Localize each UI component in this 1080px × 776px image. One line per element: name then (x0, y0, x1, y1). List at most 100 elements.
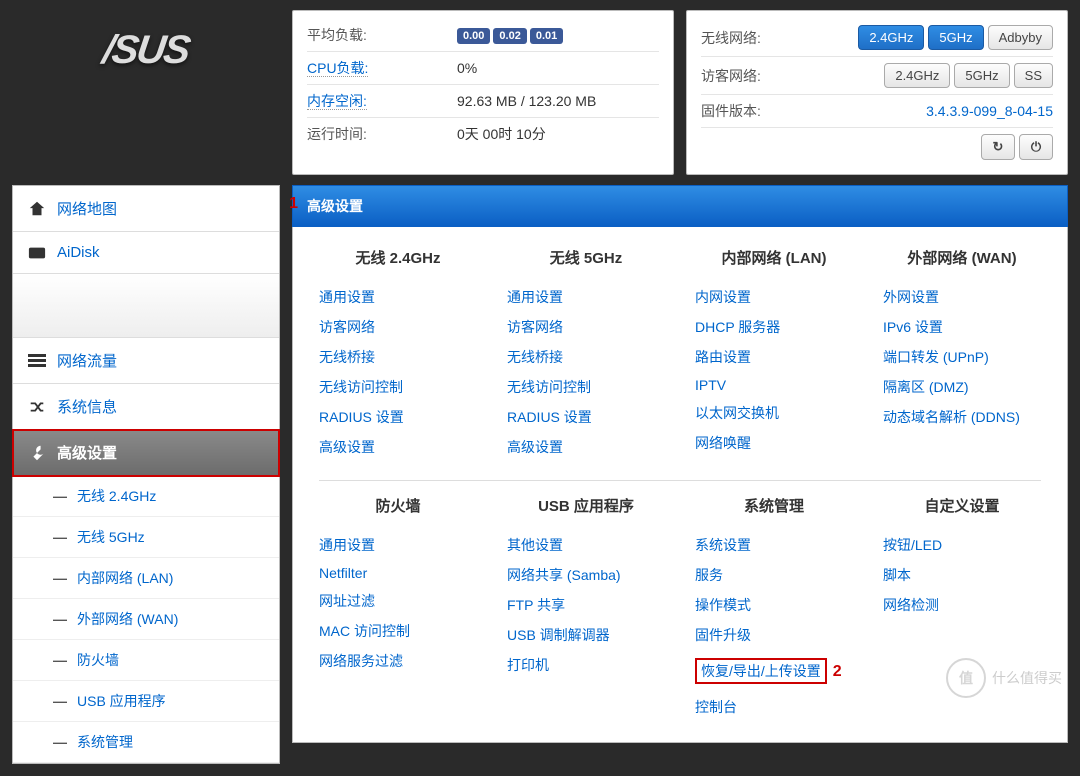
dash-icon: — (53, 570, 67, 586)
dash-icon: — (53, 529, 67, 545)
dash-icon: — (53, 611, 67, 627)
sidebar-subitem[interactable]: —无线 2.4GHz (13, 476, 279, 517)
sidebar-subitem[interactable]: —系统管理 (13, 722, 279, 763)
settings-link[interactable]: IPv6 设置 (883, 312, 1041, 342)
status-row: 无线网络:2.4GHz5GHzAdbyby (701, 19, 1053, 57)
settings-link[interactable]: 恢复/导出/上传设置2 (695, 650, 853, 692)
settings-link[interactable]: 系统设置 (695, 530, 853, 560)
settings-link[interactable]: 无线桥接 (319, 342, 477, 372)
settings-link[interactable]: 动态域名解析 (DDNS) (883, 402, 1041, 432)
settings-link[interactable]: 打印机 (507, 650, 665, 680)
settings-link[interactable]: 其他设置 (507, 530, 665, 560)
sidebar-item[interactable]: 高级设置 (13, 430, 279, 476)
status-panel-right: 无线网络:2.4GHz5GHzAdbyby访客网络:2.4GHz5GHzSS固件… (686, 10, 1068, 175)
wifi-button[interactable]: 2.4GHz (884, 63, 950, 88)
status-row: 访客网络: 2.4GHz5GHzSS (701, 57, 1053, 95)
settings-link[interactable]: Netfilter (319, 560, 477, 586)
sidebar-item[interactable]: 系统信息 (13, 384, 279, 430)
settings-link[interactable]: 网络检测 (883, 590, 1041, 620)
sidebar-item[interactable]: 网络地图 (13, 186, 279, 232)
settings-link[interactable]: 网址过滤 (319, 586, 477, 616)
status-label: 访客网络: (701, 66, 851, 86)
settings-group: 外部网络 (WAN) 外网设置IPv6 设置端口转发 (UPnP)隔离区 (DMZ… (883, 247, 1041, 462)
settings-link[interactable]: 高级设置 (319, 432, 477, 462)
settings-link[interactable]: RADIUS 设置 (507, 402, 665, 432)
settings-link[interactable]: 访客网络 (319, 312, 477, 342)
sidebar-item[interactable]: 网络流量 (13, 338, 279, 384)
status-label-link[interactable]: 内存空闲: (307, 93, 367, 110)
settings-link[interactable]: RADIUS 设置 (319, 402, 477, 432)
settings-link[interactable]: MAC 访问控制 (319, 616, 477, 646)
settings-link[interactable]: 高级设置 (507, 432, 665, 462)
settings-link[interactable]: FTP 共享 (507, 590, 665, 620)
settings-link[interactable]: 网络服务过滤 (319, 646, 477, 676)
settings-link[interactable]: 无线访问控制 (507, 372, 665, 402)
load-badge: 0.02 (493, 28, 526, 44)
wifi-button[interactable]: 5GHz (954, 63, 1009, 88)
settings-link[interactable]: 隔离区 (DMZ) (883, 372, 1041, 402)
watermark-circle: 值 (946, 658, 986, 698)
sidebar-item-label: 网络流量 (57, 350, 117, 371)
settings-link[interactable]: 网络共享 (Samba) (507, 560, 665, 590)
settings-link[interactable]: 脚本 (883, 560, 1041, 590)
chart-icon (27, 354, 47, 368)
sidebar-subitem-label: 防火墙 (77, 650, 119, 670)
sidebar-subitem[interactable]: —无线 5GHz (13, 517, 279, 558)
sidebar-subitem[interactable]: — 内部网络 (LAN) (13, 558, 279, 599)
wifi-button[interactable]: Adbyby (988, 25, 1053, 50)
settings-link[interactable]: 服务 (695, 560, 853, 590)
settings-link[interactable]: 操作模式 (695, 590, 853, 620)
sidebar-item-label: AiDisk (57, 244, 100, 261)
settings-link[interactable]: 通用设置 (319, 282, 477, 312)
settings-link[interactable]: 固件升级 (695, 620, 853, 650)
settings-link[interactable]: 网络唤醒 (695, 428, 853, 458)
settings-link[interactable]: 按钮/LED (883, 530, 1041, 560)
sidebar-subitem[interactable]: — USB 应用程序 (13, 681, 279, 722)
settings-link[interactable]: 无线桥接 (507, 342, 665, 372)
annotated-link[interactable]: 恢复/导出/上传设置 (695, 658, 827, 684)
settings-link[interactable]: 外网设置 (883, 282, 1041, 312)
settings-link[interactable]: 访客网络 (507, 312, 665, 342)
wifi-button[interactable]: 5GHz (928, 25, 983, 50)
sidebar-subitem-label: 内部网络 (LAN) (77, 568, 173, 588)
wifi-button[interactable]: 2.4GHz (858, 25, 924, 50)
settings-link[interactable]: IPTV (695, 372, 853, 398)
status-label-link[interactable]: CPU负载: (307, 60, 368, 77)
status-value: 92.63 MB / 123.20 MB (457, 93, 596, 109)
dash-icon: — (53, 734, 67, 750)
sidebar-item-label: 系统信息 (57, 396, 117, 417)
settings-link[interactable]: 无线访问控制 (319, 372, 477, 402)
watermark: 值 什么值得买 (946, 658, 1062, 698)
sidebar-item-label: 高级设置 (57, 442, 117, 463)
settings-link[interactable]: 控制台 (695, 692, 853, 722)
sidebar-subitem-label: 无线 2.4GHz (77, 486, 156, 506)
sidebar-subitem[interactable]: —防火墙 (13, 640, 279, 681)
settings-link[interactable]: USB 调制解调器 (507, 620, 665, 650)
sidebar-subitem-label: USB 应用程序 (77, 691, 166, 711)
settings-link[interactable]: 以太网交换机 (695, 398, 853, 428)
refresh-icon[interactable]: ↻ (981, 134, 1015, 160)
settings-link[interactable]: 通用设置 (507, 282, 665, 312)
status-row: CPU负载: 0% (307, 52, 659, 85)
status-row: 内存空闲: 92.63 MB / 123.20 MB (307, 85, 659, 118)
annotation-1: 1 (289, 195, 298, 213)
settings-link[interactable]: 路由设置 (695, 342, 853, 372)
settings-link[interactable]: 内网设置 (695, 282, 853, 312)
settings-link[interactable]: 通用设置 (319, 530, 477, 560)
power-icon[interactable]: ⏻ (1019, 134, 1053, 160)
dash-icon: — (53, 693, 67, 709)
settings-link[interactable]: 端口转发 (UPnP) (883, 342, 1041, 372)
wifi-button[interactable]: SS (1014, 63, 1053, 88)
sidebar-subitem[interactable]: —外部网络 (WAN) (13, 599, 279, 640)
firmware-link[interactable]: 3.4.3.9-099_8-04-15 (926, 103, 1053, 119)
logo: /SUS (100, 28, 192, 73)
disk-icon (27, 246, 47, 260)
group-heading: 外部网络 (WAN) (883, 247, 1041, 268)
status-value: 0% (457, 60, 477, 76)
sidebar-item[interactable]: AiDisk (13, 232, 279, 274)
settings-link[interactable]: DHCP 服务器 (695, 312, 853, 342)
group-heading: 防火墙 (319, 495, 477, 516)
sidebar: 网络地图AiDisk网络流量系统信息高级设置—无线 2.4GHz—无线 5GHz… (12, 185, 280, 764)
status-row: 平均负载:0.000.020.01 (307, 19, 659, 52)
settings-group: 内部网络 (LAN)内网设置DHCP 服务器路由设置IPTV以太网交换机网络唤醒 (695, 247, 853, 462)
